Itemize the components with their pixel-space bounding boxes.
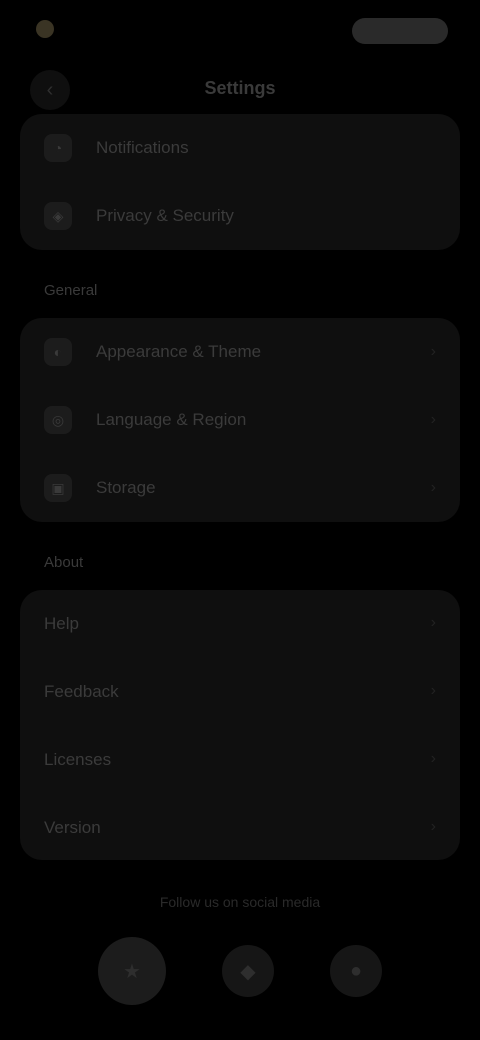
share-icon: ◆ [240, 960, 256, 983]
row-label: Version [44, 818, 101, 837]
row-label: Notifications [96, 138, 189, 157]
row-label: Feedback [44, 682, 119, 701]
social-button-primary[interactable]: ★ [98, 937, 166, 1005]
globe-icon: ◎ [44, 406, 72, 434]
card-general: ◐ Appearance & Theme › ◎ Language & Regi… [20, 318, 460, 522]
card-top: ◔ Notifications ◈ Privacy & Security [20, 114, 460, 250]
card-about: Help › Feedback › Licenses › Version › [20, 590, 460, 860]
row-notifications[interactable]: ◔ Notifications [20, 114, 460, 182]
folder-icon: ▣ [44, 474, 72, 502]
chevron-right-icon: › [430, 818, 436, 835]
footer-text: Follow us on social media [159, 894, 321, 910]
row-label: Language & Region [96, 410, 247, 429]
row-storage[interactable]: ▣ Storage › [20, 454, 460, 522]
row-language[interactable]: ◎ Language & Region › [20, 386, 460, 454]
row-licenses[interactable]: Licenses › [20, 726, 460, 794]
row-label: Help [44, 614, 79, 633]
chevron-right-icon: › [430, 682, 436, 699]
chevron-right-icon: › [430, 343, 436, 360]
status-bar [0, 0, 480, 60]
section-label-about: About [44, 554, 84, 571]
palette-icon: ◐ [44, 338, 72, 366]
back-button[interactable]: ‹ [30, 70, 70, 110]
chevron-right-icon: › [430, 479, 436, 496]
row-help[interactable]: Help › [20, 590, 460, 658]
chevron-left-icon: ‹ [46, 78, 54, 101]
camera-dot [36, 20, 54, 38]
bell-icon: ◔ [44, 134, 72, 162]
status-indicators [352, 18, 448, 44]
chat-icon: ● [349, 959, 363, 982]
chevron-right-icon: › [430, 411, 436, 428]
star-icon: ★ [123, 960, 141, 983]
social-links: ★ ◆ ● [0, 936, 480, 1006]
chevron-right-icon: › [430, 614, 436, 631]
row-appearance[interactable]: ◐ Appearance & Theme › [20, 318, 460, 386]
shield-icon: ◈ [44, 202, 72, 230]
row-label: Appearance & Theme [96, 342, 262, 361]
social-button-tertiary[interactable]: ● [330, 945, 382, 997]
row-label: Storage [96, 478, 156, 497]
row-label: Licenses [44, 750, 112, 769]
header: ‹ Settings [0, 62, 480, 114]
row-label: Privacy & Security [96, 206, 234, 225]
page-title: Settings [204, 78, 276, 98]
row-privacy[interactable]: ◈ Privacy & Security [20, 182, 460, 250]
row-version[interactable]: Version › [20, 794, 460, 862]
social-button-secondary[interactable]: ◆ [222, 945, 274, 997]
section-label-general: General [44, 282, 98, 299]
row-feedback[interactable]: Feedback › [20, 658, 460, 726]
chevron-right-icon: › [430, 750, 436, 767]
